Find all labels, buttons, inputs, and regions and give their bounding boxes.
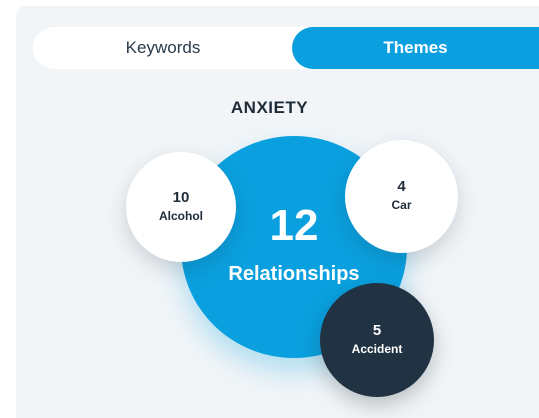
related-theme-count: 5 [372,322,382,339]
main-theme-label: Relationships [228,263,360,285]
view-toggle: Keywords Themes [33,27,539,69]
related-theme-label: Car [391,198,412,212]
related-theme-count: 4 [397,178,406,195]
related-theme-count: 10 [172,189,190,206]
related-theme-bubble-alcohol[interactable]: 10 Alcohol [126,152,236,262]
theme-title: ANXIETY [230,98,309,117]
tab-themes[interactable]: Themes [292,27,539,69]
related-theme-label: Alcohol [159,209,203,223]
tab-keywords[interactable]: Keywords [33,27,293,69]
related-theme-bubble-car[interactable]: 4 Car [345,140,458,253]
related-theme-label: Accident [351,342,403,356]
related-theme-bubble-accident[interactable]: 5 Accident [320,283,434,397]
